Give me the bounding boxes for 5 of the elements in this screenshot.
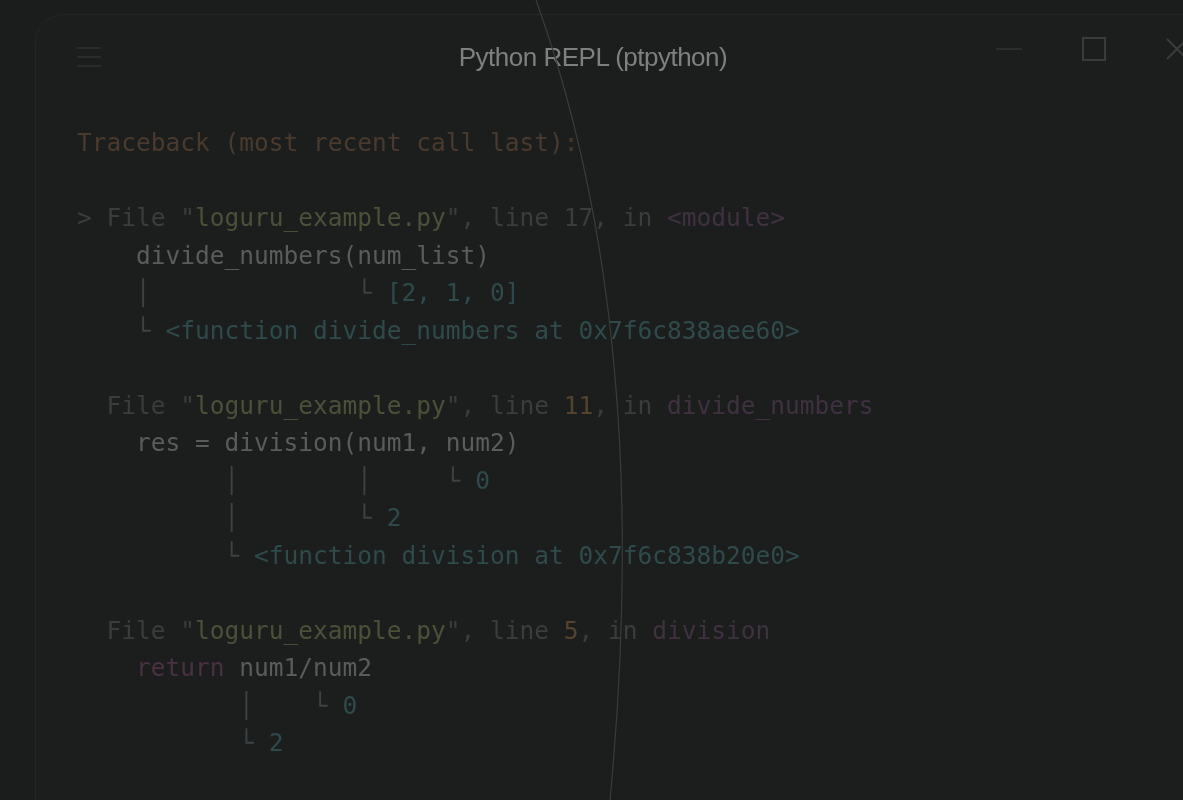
traceback-line: divide_numbers(num_list) (135, 239, 490, 272)
traceback-line: res = division(num1, num2) (135, 427, 520, 459)
window-title: Python REPL (ptpython) (458, 40, 728, 74)
close-icon[interactable] (1166, 38, 1183, 60)
maximize-icon[interactable] (1082, 37, 1106, 61)
